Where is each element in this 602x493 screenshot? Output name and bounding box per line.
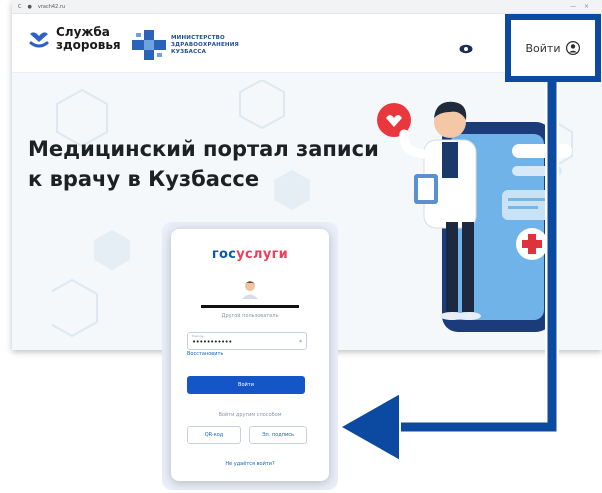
password-value: •••••••••••: [192, 338, 232, 346]
gosuslugi-logo: госуслуги: [171, 247, 329, 262]
gosuslugi-login-button[interactable]: Войти: [187, 376, 305, 394]
restore-link[interactable]: Восстановить: [187, 351, 223, 357]
gos-logo-part2: услуги: [236, 247, 289, 262]
other-user-link[interactable]: Другой пользователь: [171, 313, 329, 319]
redacted-name-bar: [201, 305, 299, 308]
other-ways-text: Войти другим способом: [218, 412, 282, 418]
password-field[interactable]: Пароль ••••••••••• ◉: [187, 332, 307, 350]
cant-login-link[interactable]: Не удаётся войти?: [171, 461, 329, 467]
avatar: [242, 281, 258, 299]
gosuslugi-login-card: госуслуги Другой пользователь Пароль •••…: [171, 229, 329, 481]
qr-code-button[interactable]: QR-код: [187, 426, 241, 444]
show-password-icon[interactable]: ◉: [299, 339, 302, 343]
e-signature-button[interactable]: Эл. подпись: [249, 426, 307, 444]
gos-logo-part1: гос: [211, 247, 237, 262]
